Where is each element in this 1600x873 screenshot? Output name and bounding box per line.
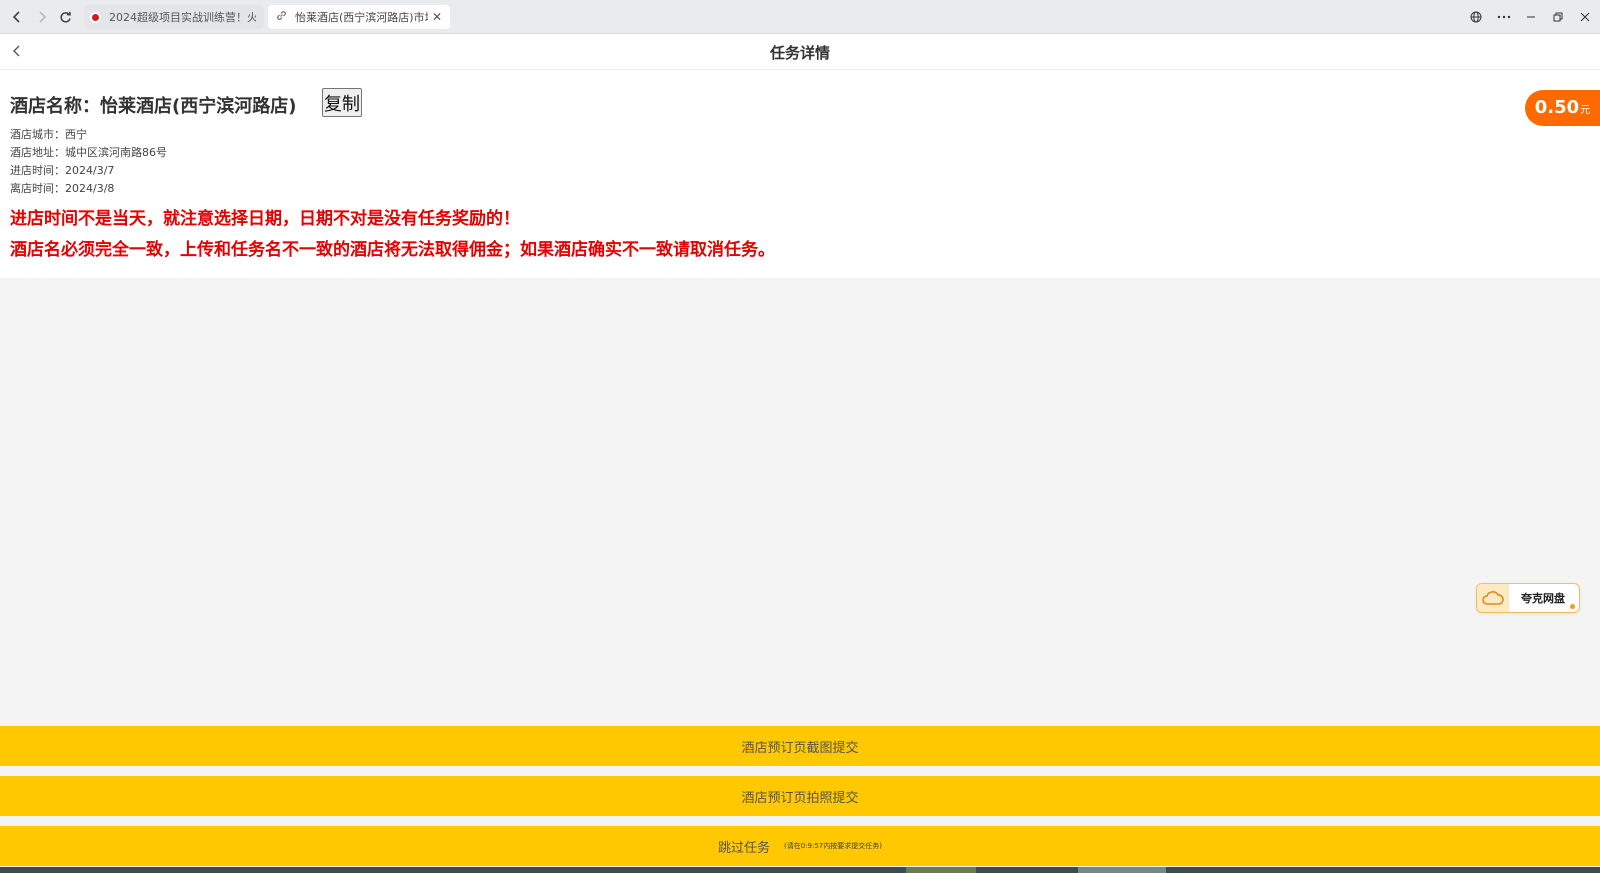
link-icon: [276, 10, 287, 24]
screenshot-submit-label: 酒店预订页截图提交: [741, 740, 859, 756]
cloud-icon: [1477, 584, 1509, 612]
skip-task-label: 跳过任务: [717, 840, 770, 856]
copy-button[interactable]: 复制: [322, 88, 362, 117]
reward-badge: 0.50 元: [1525, 90, 1600, 126]
hotel-city: 酒店城市：西宁: [10, 128, 87, 141]
globe-icon[interactable]: [1466, 7, 1486, 27]
more-options-icon[interactable]: [1494, 7, 1514, 27]
reward-unit: 元: [1580, 105, 1591, 116]
skip-task-button[interactable]: 跳过任务 (请在0:9:57内按要求提交任务): [0, 826, 1600, 866]
tab-title: 2024超级项目实战训练营！火爆招: [109, 11, 256, 24]
browser-tab-active[interactable]: 怡莱酒店(西宁滨河路店)市场调 ✕: [268, 5, 450, 29]
favicon-icon: [92, 13, 99, 21]
warning-date: 进店时间不是当天，就注意选择日期，日期不对是没有任务奖励的！: [10, 209, 520, 229]
browser-toolbar: 2024超级项目实战训练营！火爆招 怡莱酒店(西宁滨河路店)市场调 ✕: [0, 0, 1600, 34]
taskbar-item[interactable]: [1078, 867, 1166, 873]
hotel-info-panel: 酒店名称：怡莱酒店(西宁滨河路店) 复制 0.50 元 酒店城市：西宁 酒店地址…: [0, 70, 1600, 278]
restore-icon[interactable]: [1548, 7, 1568, 27]
os-taskbar: [0, 867, 1600, 873]
photo-submit-label: 酒店预订页拍照提交: [741, 790, 859, 806]
browser-tab[interactable]: 2024超级项目实战训练营！火爆招: [84, 5, 264, 29]
tab-title: 怡莱酒店(西宁滨河路店)市场调: [295, 11, 428, 24]
checkin-date: 进店时间：2024/3/7: [10, 164, 115, 177]
page-header: 任务详情: [0, 34, 1600, 70]
reload-icon[interactable]: [55, 7, 75, 27]
minimize-icon[interactable]: [1521, 7, 1541, 27]
reward-amount: 0.50: [1534, 97, 1580, 118]
cloud-drive-widget[interactable]: 夸克网盘: [1476, 583, 1580, 613]
back-icon[interactable]: [7, 7, 27, 27]
screenshot-submit-button[interactable]: 酒店预订页截图提交: [0, 726, 1600, 766]
page-title: 任务详情: [769, 44, 830, 62]
skip-timer-note: (请在0:9:57内按要求提交任务): [784, 842, 882, 850]
close-window-icon[interactable]: [1575, 7, 1595, 27]
hotel-address: 酒店地址：城中区滨河南路86号: [10, 146, 167, 159]
checkout-date: 离店时间：2024/3/8: [10, 182, 115, 195]
photo-submit-button[interactable]: 酒店预订页拍照提交: [0, 776, 1600, 816]
cloud-drive-label: 夸克网盘: [1521, 592, 1565, 605]
forward-icon[interactable]: [32, 7, 52, 27]
taskbar-item[interactable]: [906, 867, 976, 873]
tab-close-icon[interactable]: ✕: [432, 10, 442, 24]
hotel-name: 酒店名称：怡莱酒店(西宁滨河路店): [10, 96, 297, 117]
warning-hotel-name: 酒店名必须完全一致，上传和任务名不一致的酒店将无法取得佣金；如果酒店确实不一致请…: [10, 240, 775, 260]
notification-dot: [1570, 604, 1575, 609]
